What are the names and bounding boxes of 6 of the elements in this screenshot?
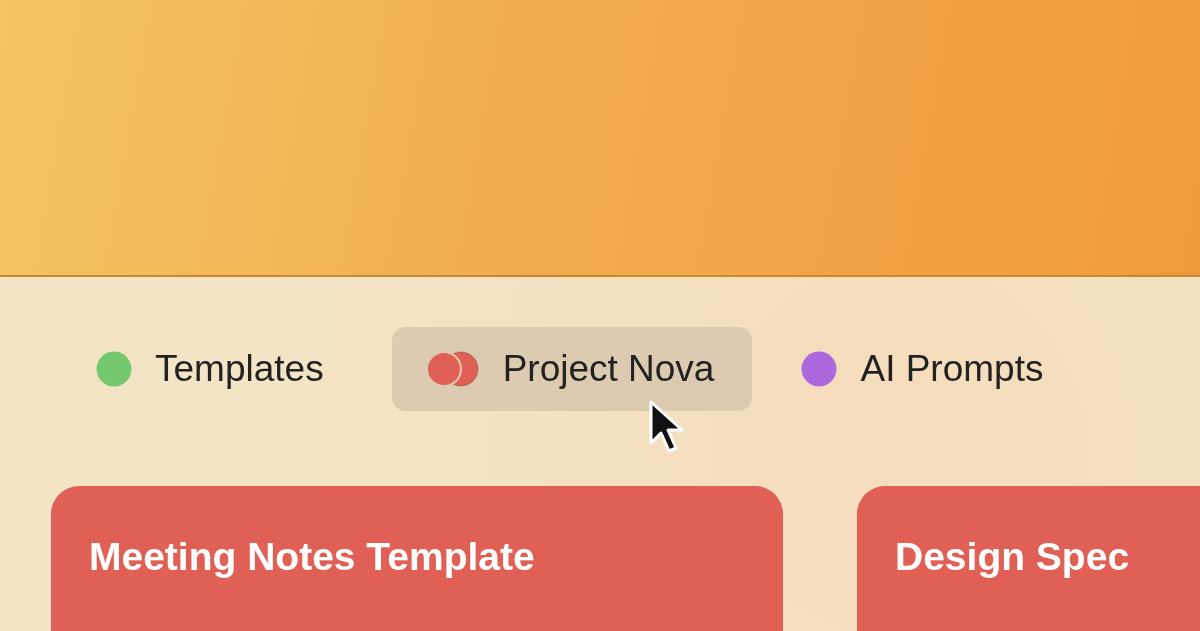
card-title: Meeting Notes Template bbox=[89, 534, 536, 580]
tab[interactable]: AI Prompts bbox=[782, 327, 1082, 411]
note-card[interactable]: Meeting Notes Template bbox=[51, 486, 783, 631]
note-card[interactable]: Design Spec bbox=[857, 486, 1200, 631]
tab[interactable]: Templates bbox=[77, 327, 362, 411]
card-title: Design Spec bbox=[895, 534, 1131, 580]
